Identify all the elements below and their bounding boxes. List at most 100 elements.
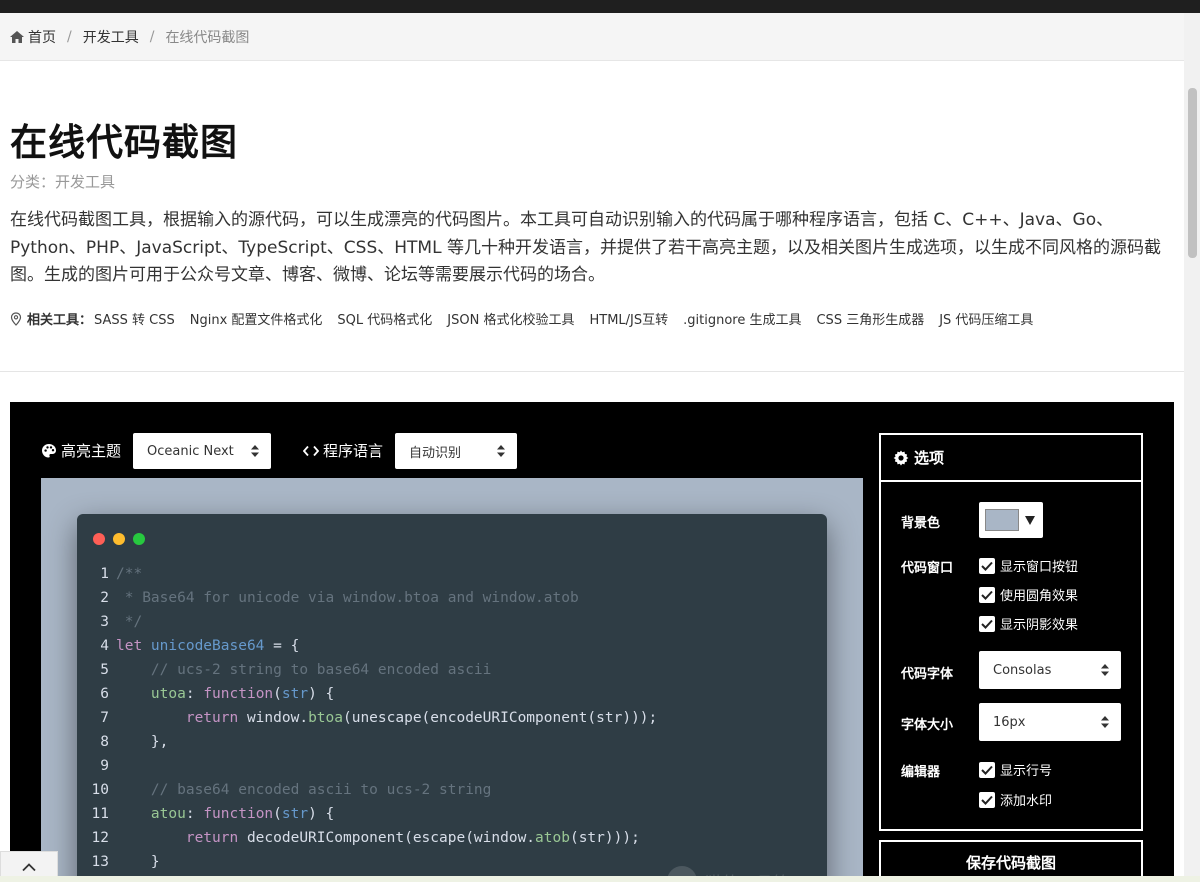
related-link[interactable]: SQL 代码格式化 xyxy=(337,309,432,328)
code-token: // ucs-2 string to base64 encoded ascii xyxy=(150,662,492,678)
watermark-checkbox[interactable]: 添加水印 xyxy=(979,790,1052,809)
breadcrumb-home-link[interactable]: 首页 xyxy=(28,27,56,47)
theme-label-text: 高亮主题 xyxy=(61,442,122,460)
shadow-checkbox[interactable]: 显示阴影效果 xyxy=(979,614,1078,633)
code-token: atou xyxy=(150,806,186,822)
code-font-select[interactable]: Consolas xyxy=(979,651,1121,689)
font-size-value: 16px xyxy=(993,714,1026,730)
code-line: 6 utoa: function(str) { xyxy=(77,682,657,706)
line-number: 10 xyxy=(91,782,109,798)
background-color-picker[interactable] xyxy=(979,502,1043,538)
line-number: 8 xyxy=(100,734,109,750)
line-number: 7 xyxy=(100,710,109,726)
checkbox-checked-icon[interactable] xyxy=(979,586,995,603)
line-number: 4 xyxy=(100,638,109,654)
code-line: 5 // ucs-2 string to base64 encoded asci… xyxy=(77,658,657,682)
map-pin-icon xyxy=(10,311,22,326)
code-token: decodeURIComponent(escape(window. xyxy=(246,830,536,846)
rounded-corners-checkbox[interactable]: 使用圆角效果 xyxy=(979,585,1078,604)
related-tools-label: 相关工具： xyxy=(27,313,93,328)
code-editor[interactable]: 1 /** 2 * Base64 for unicode via window.bt… xyxy=(77,562,658,874)
language-label-text: 程序语言 xyxy=(323,442,384,460)
line-number: 9 xyxy=(100,758,109,774)
checkbox-checked-icon[interactable] xyxy=(979,791,995,808)
code-token: (str))); xyxy=(569,830,640,846)
code-token: : xyxy=(185,806,204,822)
page-description: 在线代码截图工具，根据输入的源代码，可以生成漂亮的代码图片。本工具可自动识别输入… xyxy=(10,210,1161,285)
code-icon xyxy=(303,445,319,456)
window-minimize-dot xyxy=(113,533,125,545)
code-token: unicodeBase64 xyxy=(150,638,265,654)
code-token: * Base64 for unicode via window.btoa and… xyxy=(116,590,579,606)
window-maximize-dot xyxy=(133,533,145,545)
theme-label: 高亮主题 xyxy=(41,440,121,461)
code-window[interactable]: 1 /** 2 * Base64 for unicode via window.bt… xyxy=(77,514,827,882)
code-line: 2 * Base64 for unicode via window.btoa a… xyxy=(77,586,657,610)
checkbox-checked-icon[interactable] xyxy=(979,557,995,574)
code-token: return xyxy=(185,710,247,726)
background-color-label: 背景色 xyxy=(901,516,941,531)
code-token: btoa xyxy=(308,710,343,726)
code-token: return xyxy=(185,830,247,846)
related-link[interactable]: JSON 格式化校验工具 xyxy=(447,309,574,328)
code-token: } xyxy=(116,854,160,870)
line-number: 2 xyxy=(100,590,109,606)
code-font-value: Consolas xyxy=(993,662,1052,678)
options-panel: 选项 背景色 代码窗口 显示窗口按钮 使用圆角效果 显示阴影效果 代码字体 Co… xyxy=(879,433,1143,831)
editor-label: 编辑器 xyxy=(901,765,941,780)
select-arrows-icon xyxy=(497,445,505,457)
breadcrumb: 首页 / 开发工具 / 在线代码截图 xyxy=(0,13,1184,61)
code-token: /** xyxy=(116,566,143,582)
code-token: ( xyxy=(273,806,282,822)
line-number: 3 xyxy=(100,614,109,630)
scrollbar-thumb[interactable] xyxy=(1188,88,1197,258)
code-token: */ xyxy=(116,614,143,630)
checkbox-checked-icon[interactable] xyxy=(979,761,995,778)
breadcrumb-separator: / xyxy=(149,28,155,45)
related-link[interactable]: Nginx 配置文件格式化 xyxy=(190,309,323,328)
related-link[interactable]: SASS 转 CSS xyxy=(94,309,175,328)
line-number: 11 xyxy=(91,806,109,822)
code-token: ( xyxy=(273,686,282,702)
line-numbers-checkbox[interactable]: 显示行号 xyxy=(979,760,1052,779)
select-arrows-icon xyxy=(1101,716,1109,728)
breadcrumb-current: 在线代码截图 xyxy=(165,29,250,46)
related-link[interactable]: CSS 三角形生成器 xyxy=(816,309,924,328)
bottom-strip xyxy=(0,876,1200,882)
checkbox-label: 添加水印 xyxy=(1000,794,1053,809)
checkbox-checked-icon[interactable] xyxy=(979,615,995,632)
language-select[interactable]: 自动识别 xyxy=(395,433,517,469)
language-select-value: 自动识别 xyxy=(409,445,462,461)
theme-select[interactable]: Oceanic Next xyxy=(133,433,271,469)
language-label: 程序语言 xyxy=(303,440,383,461)
page-scrollbar[interactable] xyxy=(1184,13,1200,882)
line-number: 5 xyxy=(100,662,109,678)
chevron-up-icon xyxy=(22,863,36,872)
related-link[interactable]: .gitignore 生成工具 xyxy=(683,309,801,328)
font-size-label: 字体大小 xyxy=(901,718,954,733)
line-number: 1 xyxy=(100,566,109,582)
show-window-buttons-checkbox[interactable]: 显示窗口按钮 xyxy=(979,556,1078,575)
font-size-select[interactable]: 16px xyxy=(979,703,1121,741)
line-number: 6 xyxy=(100,686,109,702)
palette-icon xyxy=(42,443,56,457)
code-line: 12 return decodeURIComponent(escape(wind… xyxy=(77,826,657,850)
code-line: 11 atou: function(str) { xyxy=(77,802,657,826)
code-token: atob xyxy=(535,830,570,846)
code-line: 3 */ xyxy=(77,610,657,634)
checkbox-label: 使用圆角效果 xyxy=(1000,589,1079,604)
related-link[interactable]: JS 代码压缩工具 xyxy=(939,309,1033,328)
breadcrumb-parent-link[interactable]: 开发工具 xyxy=(83,27,139,47)
gear-icon xyxy=(893,450,909,465)
code-line: 13 } xyxy=(77,850,657,874)
section-divider xyxy=(0,371,1184,372)
checkbox-label: 显示窗口按钮 xyxy=(1000,560,1079,575)
code-token: str xyxy=(281,806,309,822)
related-link[interactable]: HTML/JS互转 xyxy=(589,309,668,328)
